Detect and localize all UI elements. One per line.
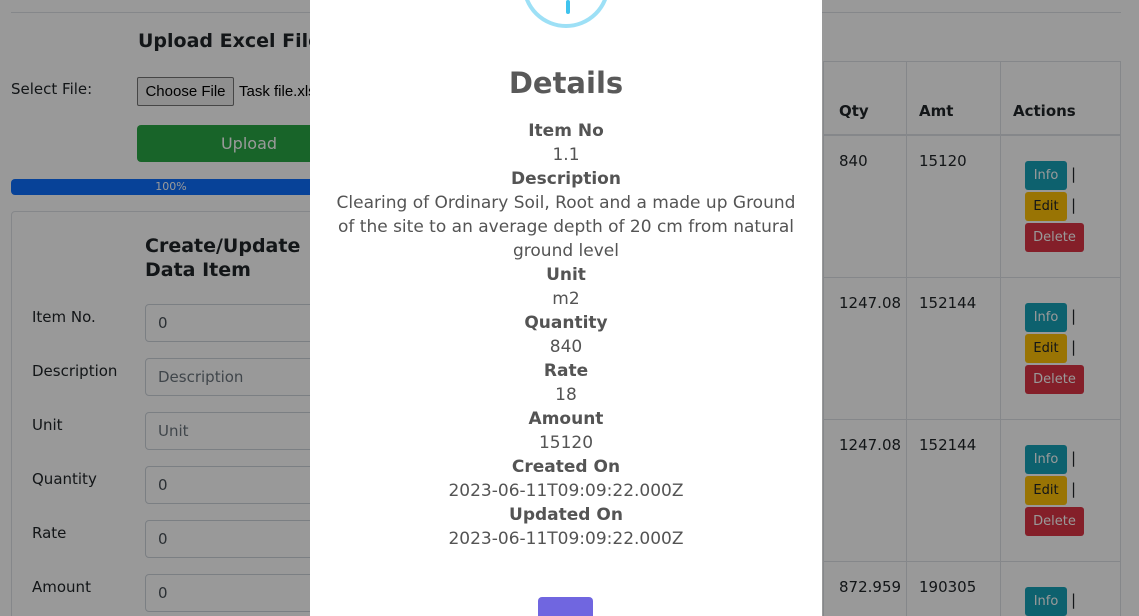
created-on-value: 2023-06-11T09:09:22.000Z	[448, 481, 684, 501]
updated-on-key: Updated On	[509, 505, 623, 525]
amount-value: 15120	[538, 433, 594, 453]
unit-key: Unit	[546, 265, 586, 285]
quantity-value: 840	[549, 337, 583, 357]
item-no-key: Item No	[528, 121, 604, 141]
created-on-key: Created On	[511, 457, 621, 477]
quantity-key: Quantity	[524, 313, 608, 333]
updated-on-value: 2023-06-11T09:09:22.000Z	[448, 529, 684, 549]
item-no-value: 1.1	[552, 145, 580, 165]
unit-value: m2	[552, 289, 580, 309]
rate-key: Rate	[543, 361, 589, 381]
modal-title: Details	[508, 66, 624, 100]
ok-button[interactable]	[538, 597, 593, 616]
details-modal: Details Item No 1.1 Description Clearing…	[310, 0, 822, 616]
description-key: Description	[511, 169, 621, 189]
info-icon-mark	[566, 0, 570, 14]
amount-key: Amount	[528, 409, 604, 429]
info-icon	[522, 0, 610, 28]
description-value: Clearing of Ordinary Soil, Root and a ma…	[336, 193, 796, 261]
modal-details-body: Item No 1.1 Description Clearing of Ordi…	[335, 119, 797, 551]
rate-value: 18	[555, 385, 577, 405]
